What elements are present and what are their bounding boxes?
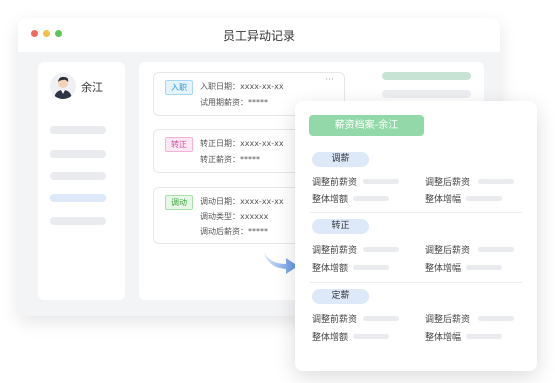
section-divider xyxy=(310,282,522,283)
value-placeholder xyxy=(466,334,502,339)
field-after-salary: 调整后薪资 xyxy=(425,246,471,256)
salary-archive-panel: 薪资档案-余江 调薪 调整前薪资 调整后薪资 整体增额 整体增幅 转正 调整前薪… xyxy=(295,101,537,371)
value-placeholder xyxy=(478,179,514,184)
section-pill-raise[interactable]: 调薪 xyxy=(312,152,369,167)
header-placeholder-bar xyxy=(382,72,471,80)
field-before-salary: 调整前薪资 xyxy=(312,315,358,325)
value-placeholder xyxy=(478,247,514,252)
transfer-salary: 调动后薪资：***** xyxy=(200,227,268,236)
sidebar-item-3[interactable] xyxy=(50,172,106,180)
field-increase-rate: 整体增幅 xyxy=(425,333,462,343)
value-placeholder xyxy=(353,265,389,270)
value-placeholder xyxy=(466,196,502,201)
value-placeholder xyxy=(353,196,389,201)
field-increase-rate: 整体增幅 xyxy=(425,264,462,274)
field-after-salary: 调整后薪资 xyxy=(425,178,471,188)
onboard-date: 入职日期：xxxx-xx-xx xyxy=(200,82,284,91)
field-before-salary: 调整前薪资 xyxy=(312,178,358,188)
value-placeholder xyxy=(353,334,389,339)
value-placeholder xyxy=(363,179,399,184)
field-total-increase: 整体增额 xyxy=(312,333,349,343)
field-total-increase: 整体增额 xyxy=(312,195,349,205)
value-placeholder xyxy=(363,247,399,252)
regularize-salary: 转正薪资：***** xyxy=(200,155,260,164)
section-pill-regularize[interactable]: 转正 xyxy=(312,219,369,234)
more-dots-icon[interactable]: ··· xyxy=(325,75,334,85)
value-placeholder xyxy=(363,316,399,321)
window-title: 员工异动记录 xyxy=(222,29,295,43)
sidebar-item-2[interactable] xyxy=(50,150,106,158)
person-avatar-icon[interactable] xyxy=(50,73,76,99)
field-total-increase: 整体增额 xyxy=(312,264,349,274)
sidebar-item-5[interactable] xyxy=(50,217,106,225)
probation-salary: 试用期薪资：***** xyxy=(200,98,268,107)
transfer-type: 调动类型：xxxxxx xyxy=(200,212,269,221)
value-placeholder xyxy=(478,316,514,321)
tag-regularize: 转正 xyxy=(165,137,193,152)
field-before-salary: 调整前薪资 xyxy=(312,246,358,256)
transfer-date: 调动日期：xxxx-xx-xx xyxy=(200,197,284,206)
field-after-salary: 调整后薪资 xyxy=(425,315,471,325)
placeholder-bar xyxy=(382,90,471,98)
section-divider xyxy=(310,212,522,213)
value-placeholder xyxy=(466,265,502,270)
sidebar: 余江 xyxy=(38,62,125,300)
tag-transfer: 调动 xyxy=(165,195,193,210)
section-pill-set-salary[interactable]: 定薪 xyxy=(312,289,369,304)
title-bar: 员工异动记录 xyxy=(18,18,500,52)
tag-onboard: 入职 xyxy=(165,80,193,95)
sidebar-item-1[interactable] xyxy=(50,126,106,134)
regularize-date: 转正日期：xxxx-xx-xx xyxy=(200,139,284,148)
sidebar-item-active[interactable] xyxy=(50,194,106,202)
panel-title: 薪资档案-余江 xyxy=(309,115,424,136)
field-increase-rate: 整体增幅 xyxy=(425,195,462,205)
user-name: 余江 xyxy=(81,81,103,94)
